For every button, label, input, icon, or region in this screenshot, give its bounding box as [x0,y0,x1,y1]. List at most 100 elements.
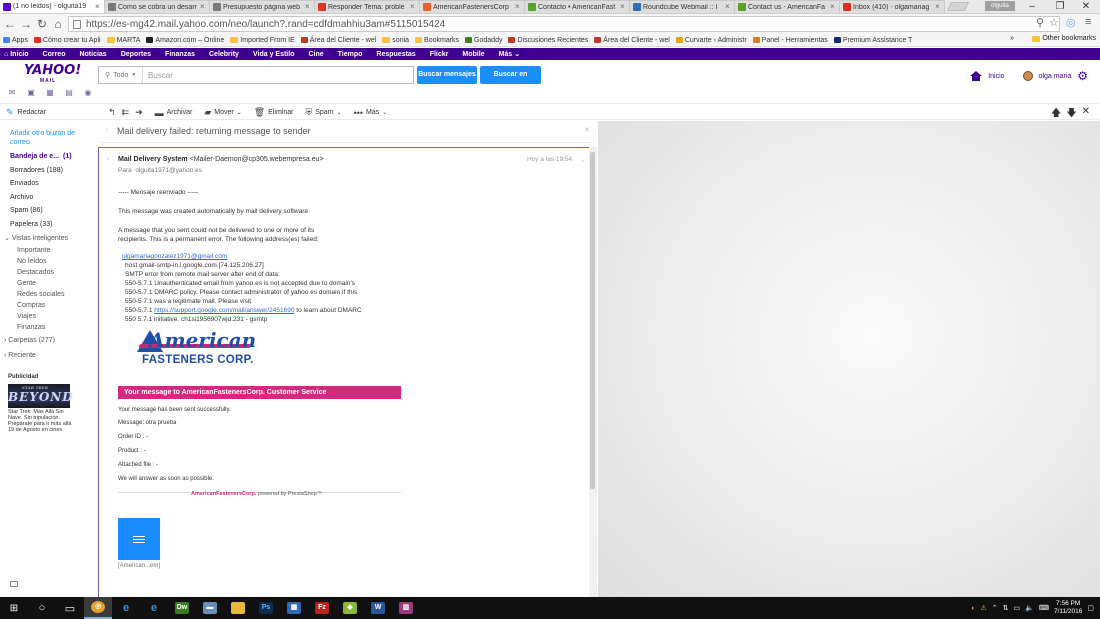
folder-sent[interactable]: Enviados [10,180,39,187]
folder-archive[interactable]: Archivo [10,194,33,201]
delete-button[interactable]: 🗑 Eliminar [254,107,294,118]
task-view-icon[interactable]: ▭ [56,597,84,619]
messenger-app-icon[interactable]: ◉ [82,88,94,98]
smart-view-important[interactable]: Importante [17,247,50,254]
back-icon[interactable]: ← [2,17,18,31]
show-hidden-icons[interactable]: ⌃ [992,604,998,612]
notepad-app-icon[interactable]: ▤ [63,88,75,98]
close-tab-icon[interactable]: × [620,3,626,11]
browser-tab[interactable]: Responder Tema: proble × [314,0,420,13]
home-icon[interactable] [970,71,983,81]
spam-button[interactable]: ⛨ Spam ⌄ [305,107,341,118]
collapse-icon[interactable] [10,581,18,587]
volume-icon[interactable]: 🔈 [1025,604,1034,612]
more-button[interactable]: ••• Más ⌄ [354,108,388,118]
yahoo-nav-item[interactable]: Más ⌄ [499,50,528,59]
yahoo-nav-item[interactable]: Mobile [462,51,491,58]
browser-tab[interactable]: AmericanFastenersCorp × [419,0,525,13]
yahoo-nav-item[interactable]: Celebrity [209,51,246,58]
close-tab-icon[interactable]: × [515,3,521,11]
dmarc-link[interactable]: https://support.google.com/mail/answer/2… [154,307,294,314]
photoshop-taskbar-icon[interactable]: Ps [252,597,280,619]
bookmark-item[interactable]: Godaddy [465,37,502,44]
folders-toggle[interactable]: › Carpetas (277) [4,337,55,344]
word-taskbar-icon[interactable]: W [364,597,392,619]
bookmark-item[interactable]: Área del Cliente - wel [594,37,670,44]
bookmark-star-icon[interactable]: ☆ [1049,16,1059,29]
browser-tab[interactable]: Roundcube Webmail :: I × [629,0,735,13]
app-taskbar-icon[interactable]: ◆ [336,597,364,619]
chevron-left-icon[interactable]: ‹ [106,127,108,134]
store-taskbar-icon[interactable]: ▦ [280,597,308,619]
ad-image[interactable]: STAR TREK BEYOND [8,384,73,408]
browser-tab[interactable]: Inbox (410) - olgamariag × [839,0,945,13]
user-name[interactable]: olga maria [1039,73,1072,80]
browser-tab[interactable]: Cómo se cobra un desarr × [104,0,210,13]
reload-icon[interactable]: ↻ [34,17,50,31]
explorer-taskbar-icon[interactable]: ▬ [196,597,224,619]
smart-view-social[interactable]: Redes sociales [17,291,64,298]
folder-trash[interactable]: Papelera (33) [10,221,52,228]
close-tab-icon[interactable]: × [935,3,941,11]
close-tab-icon[interactable]: × [200,3,206,11]
bookmark-item[interactable]: Bookmarks [415,37,459,44]
sender[interactable]: Mail Delivery System <Mailer-Daemon@cp30… [118,156,324,163]
bookmark-item[interactable]: Panel - Herramientas [752,37,828,44]
windows-start-icon[interactable]: ⊞ [0,597,28,619]
bookmark-item[interactable]: Cómo crear tu Apli [33,37,101,44]
close-tab-icon[interactable]: × [410,3,416,11]
forward-icon[interactable]: → [18,17,34,31]
ie-taskbar-icon[interactable]: e [112,597,140,619]
other-bookmarks-button[interactable]: Other bookmarks [1032,35,1096,42]
maximize-icon[interactable]: ❐ [1046,0,1074,13]
contacts-app-icon[interactable]: ▣ [25,88,37,98]
bookmark-item[interactable]: Amazon.com – Online [146,37,224,44]
smart-view-travel[interactable]: Viajes [17,313,36,320]
new-tab-button[interactable] [946,2,970,11]
close-window-icon[interactable]: ✕ [1072,0,1100,13]
avatar[interactable] [1022,71,1033,81]
folder-spam[interactable]: Spam (86) [10,207,43,214]
extension-icon[interactable]: ◎ [1066,16,1076,29]
yahoo-nav-item[interactable]: Tiempo [338,51,370,58]
yahoo-logo[interactable]: YAHOO! [24,64,81,77]
chrome-menu-icon[interactable]: ≡ [1085,16,1091,28]
keyboard-icon[interactable]: ⌨ [1039,604,1049,612]
zoom-search-icon[interactable]: ⚲ [1036,16,1044,29]
to-address[interactable]: olguita1971@yahoo.es [135,167,202,174]
clock[interactable]: 7:56 PM 7/11/2016 [1054,600,1082,616]
home-link[interactable]: Inicio [988,73,1004,80]
browser-tab[interactable]: (1 no leidos) - olguita19 × [0,0,105,13]
smart-views-toggle[interactable]: ⌄ Vistas inteligentes [4,234,68,242]
yahoo-nav-item[interactable]: Correo [43,51,73,58]
more-bookmarks-button[interactable]: » [1010,35,1014,42]
calendar-app-icon[interactable]: ▦ [44,88,56,98]
compose-button[interactable]: ✎ Redactar [6,107,46,118]
close-icon[interactable]: ✕ [584,126,590,134]
browser-tab[interactable]: Contact us - AmericanFa × [734,0,840,13]
bookmark-item[interactable]: sonia [382,37,409,44]
browser-tab[interactable]: Presupuesto página web × [209,0,315,13]
search-scope-select[interactable]: ⚲ Todo ▼ [99,67,143,83]
window-user-badge[interactable]: olguita [985,1,1015,11]
chevron-left-icon[interactable]: ‹ [107,156,109,163]
archive-button[interactable]: ▬ Archivar [155,108,193,118]
search-web-button[interactable]: Buscar en Internet [480,66,541,96]
add-mailbox-link[interactable]: Añadir otro buzón de correo [10,129,90,147]
bookmark-item[interactable]: Discusiones Recientes [508,37,588,44]
forward-icon[interactable]: ➜ [135,107,143,118]
close-tab-icon[interactable]: × [95,2,101,11]
cortana-icon[interactable]: ○ [28,597,56,619]
winrar-taskbar-icon[interactable]: ▥ [392,597,420,619]
yahoo-nav-item[interactable]: Respuestas [376,51,422,58]
reply-all-icon[interactable]: ⇇ [122,107,130,118]
message-options-icon[interactable]: ⌄ [580,156,586,164]
network-icon[interactable]: ⇅ [1003,604,1009,612]
bookmark-item[interactable]: Imported From IE [230,37,295,44]
message-scrollbar[interactable] [589,147,597,597]
ad-text[interactable]: Star Trek: Más Allá Sin Nave. Sin tripul… [8,409,78,433]
smart-view-shopping[interactable]: Compras [17,302,45,309]
yahoo-nav-item[interactable]: Cine [308,51,330,58]
minimize-icon[interactable]: – [1018,0,1046,13]
close-tab-icon[interactable]: × [830,3,836,11]
